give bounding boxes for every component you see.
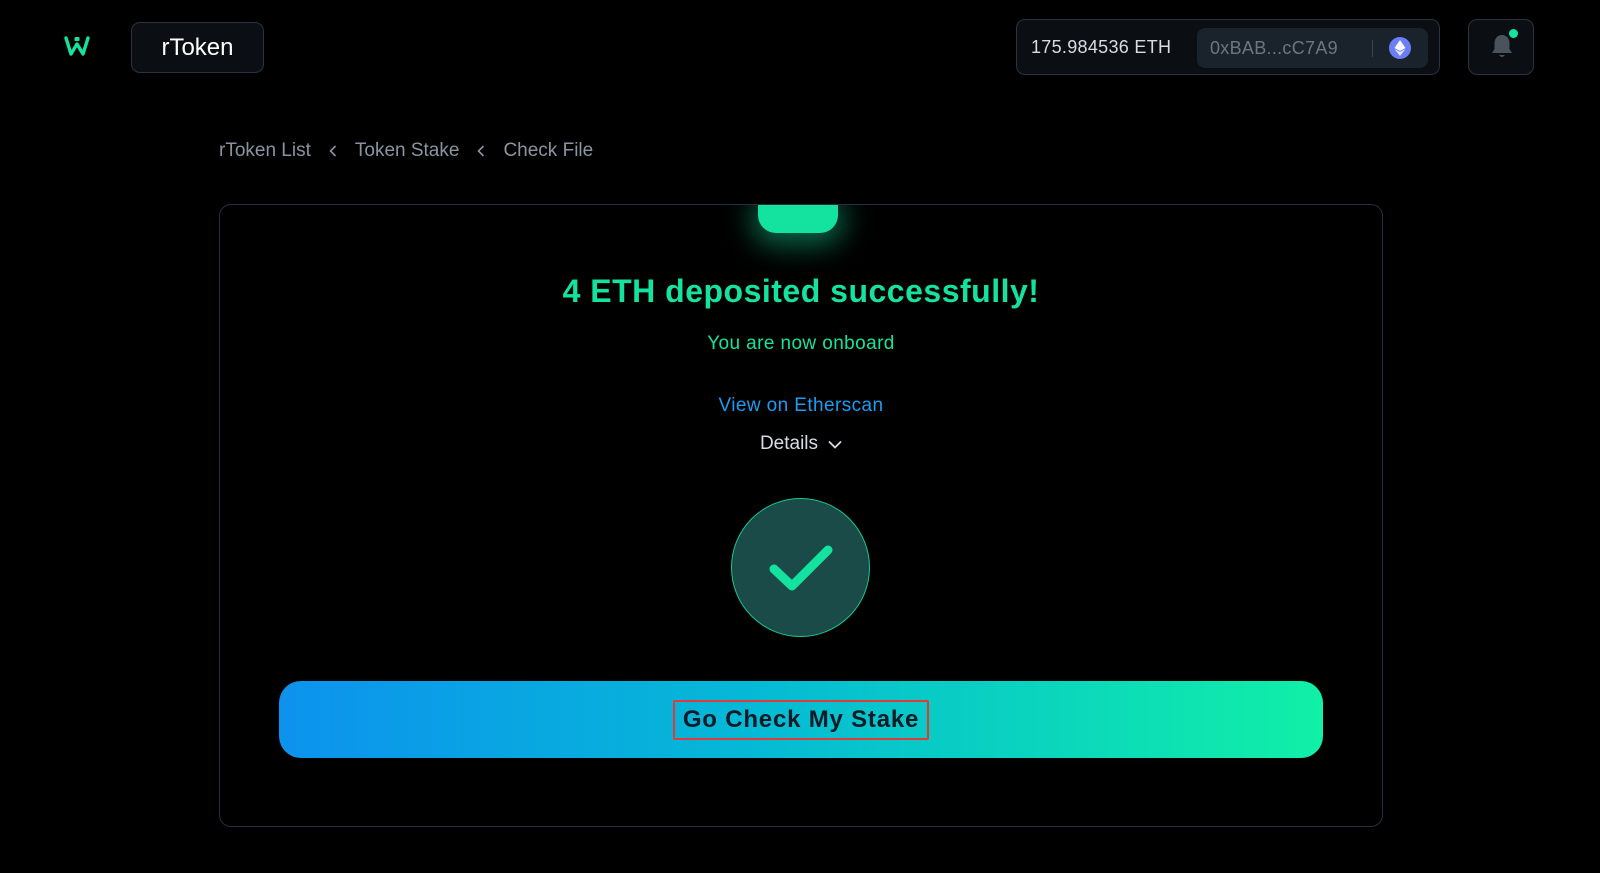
breadcrumb-rtoken-list[interactable]: rToken List <box>219 140 311 162</box>
breadcrumb-token-stake[interactable]: Token Stake <box>355 140 460 162</box>
wallet-balance: 175.984536 ETH <box>1031 36 1172 57</box>
go-check-my-stake-button[interactable]: Go Check My Stake <box>279 681 1323 758</box>
chevron-left-icon <box>329 141 337 162</box>
view-on-etherscan-link[interactable]: View on Etherscan <box>220 395 1382 417</box>
success-title: 4 ETH deposited successfully! <box>562 273 1040 309</box>
ethereum-icon <box>1389 37 1411 59</box>
cta-label: Go Check My Stake <box>672 699 930 740</box>
wallet-address: 0xBAB...cC7A9 <box>1210 37 1338 58</box>
details-label: Details <box>759 433 819 454</box>
chevron-left-icon <box>477 141 485 162</box>
glow-indicator <box>758 205 838 233</box>
check-icon <box>769 545 832 590</box>
details-toggle[interactable]: Details <box>220 433 1382 455</box>
chevron-down-icon <box>828 440 842 449</box>
breadcrumb-check-file: Check File <box>503 140 594 161</box>
success-subtitle: You are now onboard <box>707 333 895 354</box>
w-logo-icon[interactable] <box>64 34 90 60</box>
wallet-address-button[interactable]: 0xBAB...cC7A9 <box>1197 28 1428 68</box>
app-name-button[interactable]: rToken <box>131 22 264 73</box>
wallet-divider <box>1372 40 1373 57</box>
notification-dot <box>1509 29 1518 38</box>
bell-icon <box>1492 35 1512 57</box>
success-status <box>731 498 870 637</box>
breadcrumb: rToken List Token Stake Check File <box>219 139 593 163</box>
deposit-result-card: 4 ETH deposited successfully! You are no… <box>219 204 1383 827</box>
notifications-button[interactable] <box>1468 19 1534 75</box>
wallet-info[interactable]: 175.984536 ETH 0xBAB...cC7A9 <box>1016 19 1440 75</box>
app-name-label: rToken <box>161 33 234 61</box>
